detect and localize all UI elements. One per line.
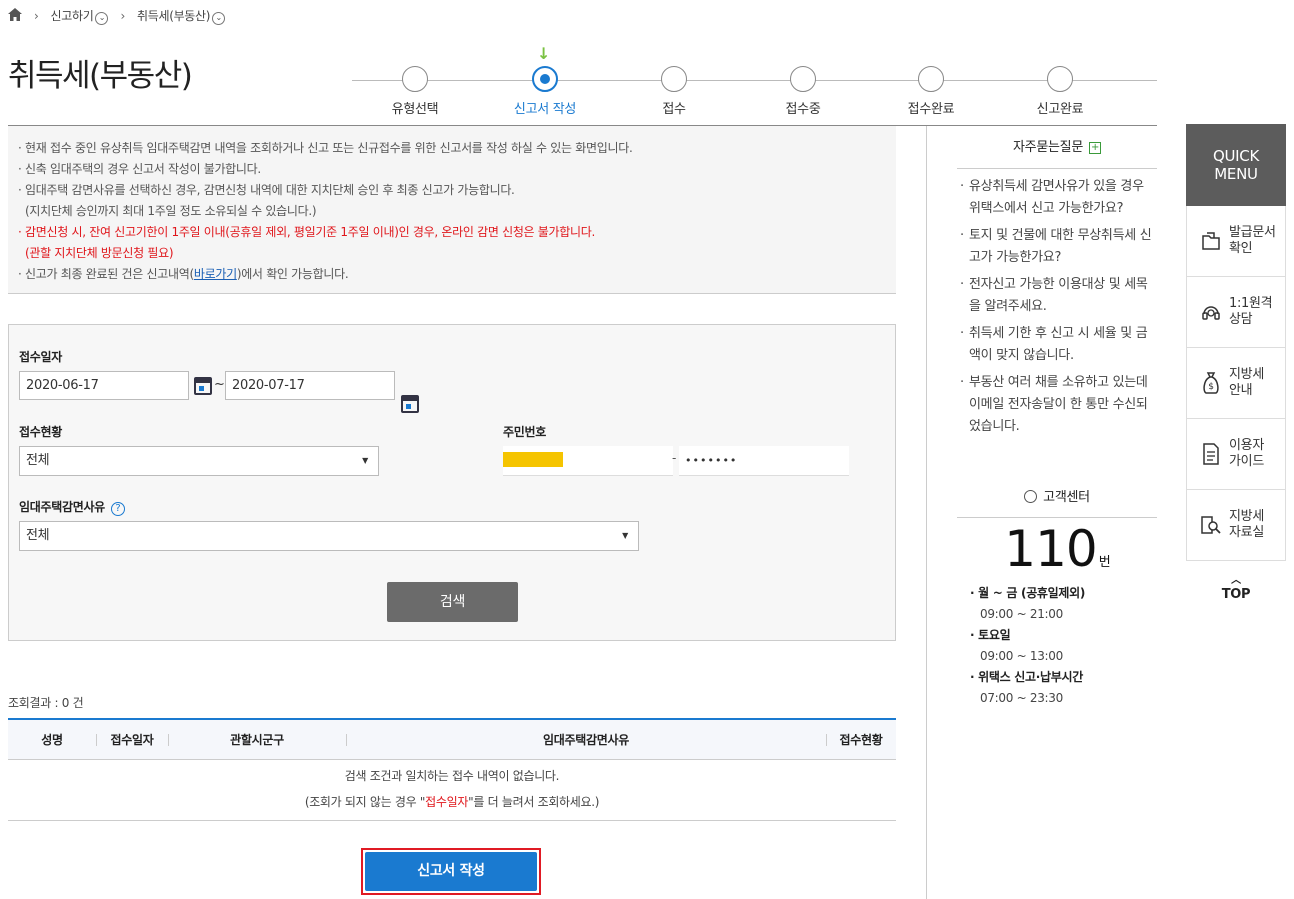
notice-line: · 신고가 최종 완료된 건은 신고내역(바로가기)에서 확인 가능합니다.: [18, 267, 349, 281]
chevron-down-icon[interactable]: ⌄: [212, 11, 226, 25]
faq-item[interactable]: 전자신고 가능한 이용대상 및 세목을 알려주세요.: [957, 274, 1157, 318]
quick-item-user-guide[interactable]: 이용자 가이드: [1186, 419, 1286, 490]
faq-item[interactable]: 부동산 여러 채를 소유하고 있는데 이메일 전자송달이 한 통만 수신되었습니…: [957, 372, 1157, 438]
breadcrumb-item-current[interactable]: 취득세(부동산) ⌄: [137, 7, 226, 25]
chevron-up-icon: ︿: [1231, 575, 1241, 586]
headset-icon: [1199, 300, 1223, 324]
empty-result-message: 검색 조건과 일치하는 접수 내역이 없습니다. (조회가 되지 않는 경우 "…: [304, 769, 600, 809]
faq-divider: [957, 168, 1157, 169]
notice-line: · 현재 접수 중인 유상취득 임대주택감면 내역을 조회하거나 신고 또는 신…: [18, 141, 633, 155]
archive-search-icon: [1199, 513, 1223, 537]
chevron-down-icon[interactable]: ⌄: [95, 11, 109, 25]
notice-warning-line: (관할 지치단체 방문신청 필요): [18, 246, 174, 260]
customer-center-hours: · 월 ~ 금 (공휴일제외) 09:00 ~ 21:00 · 토요일 09:0…: [970, 586, 1086, 705]
breadcrumb-separator-icon: ›: [120, 9, 125, 23]
rrn-back-input[interactable]: •••••••: [679, 446, 849, 476]
notice-warning-line: · 감면신청 시, 잔여 신고기한이 1주일 이내(공휴일 제외, 평일기준 1…: [18, 225, 596, 239]
date-to-input[interactable]: 2020-07-17: [225, 371, 395, 400]
svg-text:$: $: [1208, 382, 1213, 392]
guide-icon: [1199, 442, 1223, 466]
write-form-button-highlight: 신고서 작성: [361, 848, 541, 895]
step-complete: 신고완료: [1000, 66, 1120, 117]
caret-down-icon: ▼: [622, 531, 628, 540]
table-header: 성명 접수일자 관할시군구 임대주택감면사유 접수현황: [8, 718, 896, 760]
result-count: 조회결과 : 0 건: [8, 696, 84, 710]
write-form-button[interactable]: 신고서 작성: [365, 852, 537, 891]
redacted-mask: [503, 452, 563, 467]
status-select[interactable]: 전체 ▼: [19, 446, 379, 476]
step-receipt: 접수: [614, 66, 734, 117]
calendar-icon[interactable]: [194, 377, 212, 395]
money-bag-icon: $: [1199, 371, 1223, 395]
top-button[interactable]: ︿ TOP: [1186, 574, 1286, 602]
customer-center-number: 110 번: [1004, 520, 1110, 578]
rrn-separator: -: [672, 451, 677, 465]
step-write-form: 신고서 작성: [485, 66, 605, 117]
quick-item-remote-consult[interactable]: 1:1원격 상담: [1186, 277, 1286, 348]
page-title: 취득세(부동산): [8, 58, 193, 94]
rrn-front-input[interactable]: [503, 446, 673, 476]
clock-icon: [1024, 490, 1038, 503]
table-bottom-divider: [8, 820, 896, 821]
document-icon: [1199, 229, 1223, 253]
faq-item[interactable]: 토지 및 건물에 대한 무상취득세 신고가 가능한가요?: [957, 225, 1157, 269]
notice-line: · 임대주택 감면사유를 선택하신 경우, 감면신청 내역에 대한 지치단체 승…: [18, 183, 515, 197]
breadcrumb: › 신고하기 ⌄ › 취득세(부동산) ⌄: [8, 6, 226, 26]
reason-label: 임대주택감면사유?: [19, 498, 125, 516]
step-type-select: 유형선택: [355, 66, 475, 117]
rrn-label: 주민번호: [503, 425, 546, 439]
step-receiving: 접수중: [743, 66, 863, 117]
quick-menu-header: QUICK MENU: [1186, 124, 1286, 206]
faq-item[interactable]: 취득세 기한 후 신고 시 세율 및 금액이 맞지 않습니다.: [957, 323, 1157, 367]
quick-menu: QUICK MENU 발급문서 확인 1:1원격 상담 $ 지방세 안내 이용자 가이드 …: [1186, 124, 1286, 561]
calendar-icon[interactable]: [401, 395, 419, 413]
notice-box: · 현재 접수 중인 유상취득 임대주택감면 내역을 조회하거나 신고 또는 신…: [8, 126, 896, 294]
home-icon[interactable]: [8, 8, 22, 24]
breadcrumb-item-report[interactable]: 신고하기 ⌄: [51, 7, 109, 25]
column-header-date: 접수일자: [110, 733, 154, 747]
date-label: 접수일자: [19, 350, 62, 364]
date-from-input[interactable]: 2020-06-17: [19, 371, 189, 400]
search-button[interactable]: 검색: [387, 582, 518, 622]
status-label: 접수현황: [19, 425, 62, 439]
quick-item-tax-archive[interactable]: 지방세 자료실: [1186, 490, 1286, 561]
current-step-arrow-icon: ↓: [537, 44, 551, 63]
faq-list: 유상취득세 감면사유가 있을 경우 위택스에서 신고 가능한가요? 토지 및 건…: [957, 176, 1157, 443]
quick-item-issued-documents[interactable]: 발급문서 확인: [1186, 206, 1286, 277]
notice-line: (지치단체 승인까지 최대 1주일 정도 소유되실 수 있습니다.): [18, 204, 317, 218]
shortcut-link[interactable]: 바로가기: [194, 267, 237, 281]
column-header-name: 성명: [41, 733, 63, 747]
customer-center-title: 고객센터: [957, 486, 1157, 505]
customer-center-divider: [957, 517, 1157, 518]
step-received: 접수완료: [871, 66, 991, 117]
help-icon[interactable]: ?: [110, 501, 125, 516]
search-form: 접수일자 2020-06-17 ~ 2020-07-17 접수현황 전체 ▼ 주민…: [8, 324, 896, 641]
column-header-district: 관할시군구: [230, 733, 284, 747]
column-header-reason: 임대주택감면사유: [543, 733, 629, 747]
breadcrumb-separator-icon: ›: [34, 9, 39, 23]
reason-select[interactable]: 전체 ▼: [19, 521, 639, 551]
column-header-status: 접수현황: [839, 733, 883, 747]
plus-icon[interactable]: +: [1088, 141, 1101, 154]
column-divider: [926, 126, 927, 899]
date-separator: ~: [214, 377, 225, 392]
faq-title: 자주묻는질문 +: [1013, 140, 1101, 155]
faq-item[interactable]: 유상취득세 감면사유가 있을 경우 위택스에서 신고 가능한가요?: [957, 176, 1157, 220]
quick-item-local-tax-info[interactable]: $ 지방세 안내: [1186, 348, 1286, 419]
caret-down-icon: ▼: [362, 456, 368, 465]
notice-line: · 신축 임대주택의 경우 신고서 작성이 불가합니다.: [18, 162, 261, 176]
